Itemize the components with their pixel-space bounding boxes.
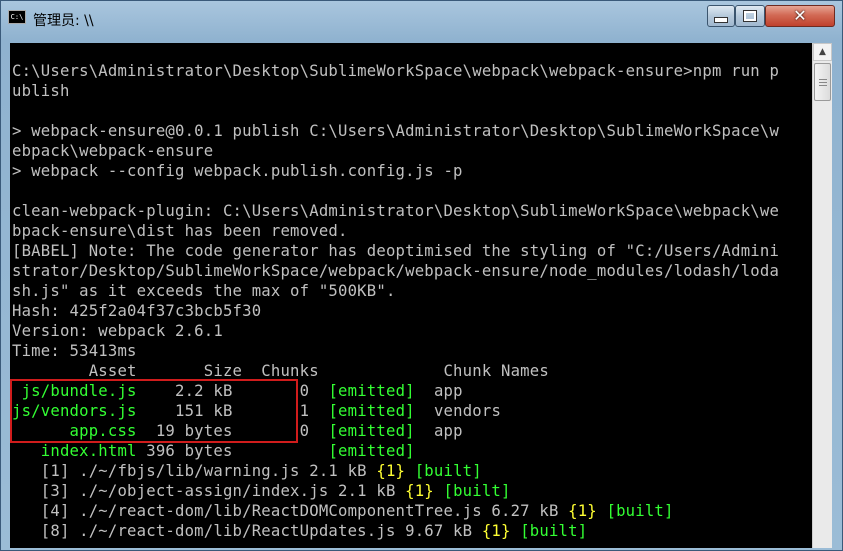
- console-window: C:\ 管理员: \\ ✕ C:\Users\Administrator\Des…: [0, 0, 843, 551]
- grip-line: [819, 85, 827, 86]
- minimize-button[interactable]: [707, 5, 735, 27]
- maximize-button[interactable]: [735, 5, 765, 27]
- module-info: [8] ./~/react-dom/lib/ReactUpdates.js 9.…: [12, 522, 482, 540]
- module-info: [3] ./~/object-assign/index.js 2.1 kB: [12, 482, 406, 500]
- module-chunk: {1}: [405, 482, 434, 500]
- module-info: [4] ./~/react-dom/lib/ReactDOMComponentT…: [12, 502, 569, 520]
- asset-row: index.html 396 bytes [emitted]: [12, 441, 434, 461]
- scroll-up-button[interactable]: ▲: [813, 43, 832, 61]
- console-line: strator/Desktop/SublimeWorkSpace/webpack…: [12, 262, 780, 280]
- vertical-scrollbar[interactable]: ▲: [812, 43, 832, 548]
- console-line: Time: 53413ms: [12, 342, 137, 360]
- console-line: ublish: [12, 82, 70, 100]
- asset-status: [emitted]: [328, 382, 415, 400]
- module-chunk: {1}: [376, 462, 406, 480]
- grip-line: [819, 79, 827, 80]
- console-output[interactable]: C:\Users\Administrator\Desktop\SublimeWo…: [10, 43, 812, 548]
- console-line: > webpack-ensure@0.0.1 publish C:\Users\…: [12, 122, 780, 140]
- module-row: [4] ./~/react-dom/lib/ReactDOMComponentT…: [12, 501, 674, 521]
- annotation-highlight-box: [10, 379, 298, 443]
- close-button[interactable]: ✕: [765, 5, 835, 27]
- asset-status: [emitted]: [328, 422, 415, 440]
- console-line: C:\Users\Administrator\Desktop\SublimeWo…: [12, 62, 780, 80]
- asset-chunk-name: vendors: [433, 402, 502, 420]
- asset-table-header: Asset Size Chunks Chunk Names: [12, 362, 549, 380]
- grip-line: [819, 82, 827, 83]
- close-icon: ✕: [793, 6, 807, 25]
- module-row: [3] ./~/object-assign/index.js 2.1 kB {1…: [12, 481, 511, 501]
- title-bar[interactable]: C:\ 管理员: \\ ✕: [1, 1, 842, 39]
- console-line: bpack-ensure\dist has been removed.: [12, 222, 348, 240]
- console-line: Hash: 425f2a04f37c3bcb5f30: [12, 302, 262, 320]
- module-status: [built]: [443, 482, 511, 500]
- module-info: [1] ./~/fbjs/lib/warning.js 2.1 kB: [12, 462, 377, 480]
- console-line: Version: webpack 2.6.1: [12, 322, 223, 340]
- module-chunk: {1}: [568, 502, 597, 520]
- module-row: [1] ./~/fbjs/lib/warning.js 2.1 kB {1} […: [12, 461, 482, 481]
- maximize-icon: [743, 10, 757, 22]
- asset-status: [emitted]: [328, 402, 415, 420]
- cmd-icon[interactable]: C:\: [8, 10, 26, 24]
- module-status: [built]: [414, 462, 482, 480]
- module-status: [built]: [520, 522, 588, 540]
- asset-chunk: [233, 442, 310, 460]
- asset-size: 396 bytes: [136, 442, 233, 460]
- module-status: [built]: [606, 502, 674, 520]
- asset-chunk-name: app: [433, 382, 463, 400]
- console-line: sh.js" as it exceeds the max of "500KB".: [12, 282, 396, 300]
- asset-name: index.html: [12, 442, 137, 460]
- module-row: [8] ./~/react-dom/lib/ReactUpdates.js 9.…: [12, 521, 587, 541]
- asset-status: [emitted]: [328, 442, 415, 460]
- console-line: clean-webpack-plugin: C:\Users\Administr…: [12, 202, 780, 220]
- console-line: > webpack --config webpack.publish.confi…: [12, 162, 463, 180]
- asset-chunk-name: app: [433, 422, 463, 440]
- scroll-thumb[interactable]: [814, 63, 831, 101]
- minimize-icon: [714, 17, 728, 23]
- module-chunk: {1}: [481, 522, 511, 540]
- console-line: ebpack\webpack-ensure: [12, 142, 214, 160]
- console-line: [BABEL] Note: The code generator has deo…: [12, 242, 780, 260]
- window-title: 管理员: \\: [33, 13, 94, 29]
